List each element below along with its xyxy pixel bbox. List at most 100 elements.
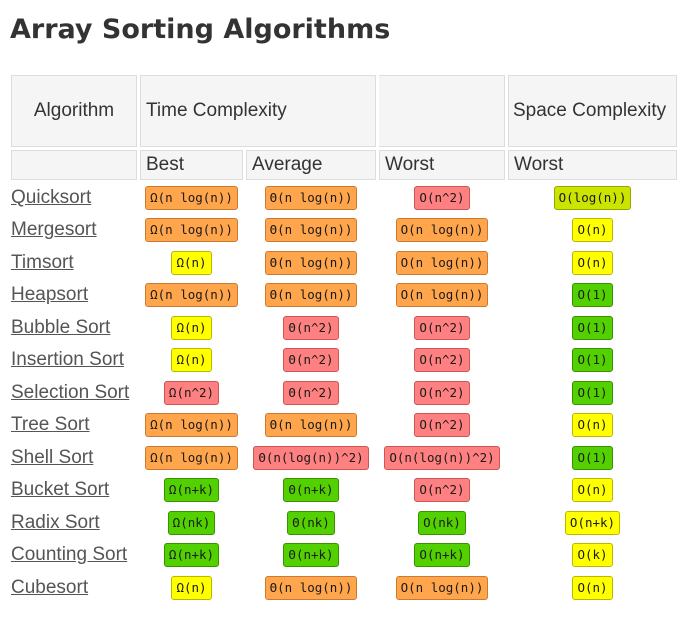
algorithm-link[interactable]: Bucket Sort — [11, 479, 109, 500]
subheader-average: Average — [246, 150, 376, 180]
complexity-cell-best: Ω(n) — [140, 248, 243, 278]
complexity-cell-average: Θ(n log(n)) — [246, 248, 376, 278]
algorithm-link[interactable]: Cubesort — [11, 577, 88, 598]
complexity-badge-average: Θ(n+k) — [283, 478, 339, 503]
complexity-cell-average: Θ(n log(n)) — [246, 573, 376, 603]
complexity-badge-average: Θ(n log(n)) — [264, 413, 358, 438]
table-row: Selection Sort Ω(n^2) Θ(n^2) O(n^2) O(1) — [11, 378, 677, 408]
algorithm-name-cell: Cubesort — [11, 573, 137, 603]
complexity-badge-average: Θ(n log(n)) — [264, 185, 358, 210]
algorithm-name-cell: Counting Sort — [11, 541, 137, 571]
complexity-cell-worst: O(n^2) — [379, 411, 505, 441]
complexity-cell-worst: O(n^2) — [379, 313, 505, 343]
complexity-badge-space: O(1) — [572, 315, 613, 340]
algorithm-link[interactable]: Shell Sort — [11, 447, 93, 468]
complexity-badge-worst: O(n+k) — [414, 543, 470, 568]
table-subheader-row: Best Average Worst Worst — [11, 150, 677, 180]
complexity-cell-worst: O(n+k) — [379, 541, 505, 571]
complexity-cell-average: Θ(n+k) — [246, 541, 376, 571]
complexity-cell-best: Ω(n log(n)) — [140, 183, 243, 213]
complexity-badge-worst: O(n^2) — [414, 315, 470, 340]
complexity-cell-worst: O(n log(n)) — [379, 281, 505, 311]
complexity-cell-average: Θ(n^2) — [246, 378, 376, 408]
complexity-badge-worst: O(n log(n)) — [395, 283, 489, 308]
complexity-badge-space: O(n) — [572, 413, 613, 438]
complexity-badge-best: Ω(n log(n)) — [145, 218, 238, 243]
table-row: Insertion Sort Ω(n) Θ(n^2) O(n^2) O(1) — [11, 346, 677, 376]
complexity-badge-space: O(k) — [572, 543, 613, 568]
complexity-badge-worst: O(n^2) — [414, 380, 470, 405]
subheader-best: Best — [140, 150, 243, 180]
complexity-badge-average: Θ(n^2) — [283, 380, 339, 405]
complexity-badge-space: O(1) — [572, 445, 613, 470]
complexity-cell-worst: O(n^2) — [379, 183, 505, 213]
table-header-row: Algorithm Time Complexity Space Complexi… — [11, 75, 677, 147]
algorithm-link[interactable]: Counting Sort — [11, 544, 127, 565]
complexity-badge-best: Ω(n) — [171, 575, 212, 600]
table-row: Counting Sort Ω(n+k) Θ(n+k) O(n+k) O(k) — [11, 541, 677, 571]
complexity-badge-worst: O(n(log(n))^2) — [384, 445, 500, 470]
table-row: Cubesort Ω(n) Θ(n log(n)) O(n log(n)) O(n) — [11, 573, 677, 603]
table-row: Quicksort Ω(n log(n)) Θ(n log(n)) O(n^2) O(l… — [11, 183, 677, 213]
complexity-cell-space: O(1) — [508, 378, 677, 408]
algorithm-link[interactable]: Selection Sort — [11, 382, 129, 403]
algorithm-link[interactable]: Mergesort — [11, 219, 97, 240]
complexity-cell-best: Ω(n+k) — [140, 541, 243, 571]
complexity-cell-worst: O(n^2) — [379, 346, 505, 376]
complexity-badge-worst: O(nk) — [418, 510, 466, 535]
table-row: Radix Sort Ω(nk) Θ(nk) O(nk) O(n+k) — [11, 508, 677, 538]
complexity-cell-space: O(1) — [508, 313, 677, 343]
algorithm-name-cell: Radix Sort — [11, 508, 137, 538]
algorithm-link[interactable]: Tree Sort — [11, 414, 90, 435]
table-row: Mergesort Ω(n log(n)) Θ(n log(n)) O(n log(n… — [11, 216, 677, 246]
complexity-cell-average: Θ(n^2) — [246, 313, 376, 343]
complexity-cell-space: O(n) — [508, 248, 677, 278]
complexity-badge-average: Θ(n+k) — [283, 543, 339, 568]
algorithm-link[interactable]: Insertion Sort — [11, 349, 124, 370]
table-row: Bubble Sort Ω(n) Θ(n^2) O(n^2) O(1) — [11, 313, 677, 343]
table-row: Bucket Sort Ω(n+k) Θ(n+k) O(n^2) O(n) — [11, 476, 677, 506]
complexity-cell-worst: O(n log(n)) — [379, 573, 505, 603]
complexity-badge-space: O(n) — [572, 575, 613, 600]
algorithm-link[interactable]: Quicksort — [11, 187, 91, 208]
complexity-badge-best: Ω(n^2) — [163, 380, 220, 405]
subheader-space-worst: Worst — [508, 150, 677, 180]
complexity-badge-worst: O(n log(n)) — [395, 575, 489, 600]
complexity-cell-worst: O(n^2) — [379, 476, 505, 506]
complexity-cell-space: O(1) — [508, 443, 677, 473]
algorithm-link[interactable]: Timsort — [11, 252, 74, 273]
complexity-badge-average: Θ(n log(n)) — [264, 575, 358, 600]
algorithm-link[interactable]: Radix Sort — [11, 512, 100, 533]
complexity-badge-average: Θ(n^2) — [283, 348, 339, 373]
algorithm-link[interactable]: Heapsort — [11, 284, 88, 305]
complexity-cell-space: O(n) — [508, 411, 677, 441]
table-row: Timsort Ω(n) Θ(n log(n)) O(n log(n)) O(n) — [11, 248, 677, 278]
table-row: Shell Sort Ω(n log(n)) Θ(n(log(n))^2) O(n(l… — [11, 443, 677, 473]
complexity-badge-best: Ω(n log(n)) — [145, 413, 238, 438]
complexity-badge-space: O(n) — [572, 478, 613, 503]
complexity-badge-average: Θ(n^2) — [283, 315, 339, 340]
header-time-complexity: Time Complexity — [140, 75, 376, 147]
complexity-cell-best: Ω(n log(n)) — [140, 281, 243, 311]
complexity-cell-best: Ω(n) — [140, 346, 243, 376]
table-body: Quicksort Ω(n log(n)) Θ(n log(n)) O(n^2) O(l… — [11, 183, 677, 603]
complexity-cell-average: Θ(n log(n)) — [246, 281, 376, 311]
complexity-cell-best: Ω(n log(n)) — [140, 411, 243, 441]
algorithm-name-cell: Shell Sort — [11, 443, 137, 473]
page-title: Array Sorting Algorithms — [10, 14, 391, 45]
complexity-cell-average: Θ(n(log(n))^2) — [246, 443, 376, 473]
complexity-cell-best: Ω(n+k) — [140, 476, 243, 506]
subheader-empty — [11, 150, 137, 180]
subheader-worst: Worst — [379, 150, 505, 180]
complexity-cell-worst: O(n log(n)) — [379, 216, 505, 246]
complexity-cell-space: O(n) — [508, 573, 677, 603]
header-algorithm: Algorithm — [11, 75, 137, 147]
complexity-badge-average: Θ(n log(n)) — [264, 218, 358, 243]
complexity-cell-average: Θ(n+k) — [246, 476, 376, 506]
algorithm-link[interactable]: Bubble Sort — [11, 317, 110, 338]
sorting-complexity-table: Algorithm Time Complexity Space Complexi… — [8, 72, 680, 606]
algorithm-name-cell: Insertion Sort — [11, 346, 137, 376]
complexity-badge-best: Ω(n log(n)) — [145, 445, 238, 470]
complexity-badge-best: Ω(nk) — [167, 510, 216, 535]
complexity-badge-space: O(1) — [572, 380, 613, 405]
